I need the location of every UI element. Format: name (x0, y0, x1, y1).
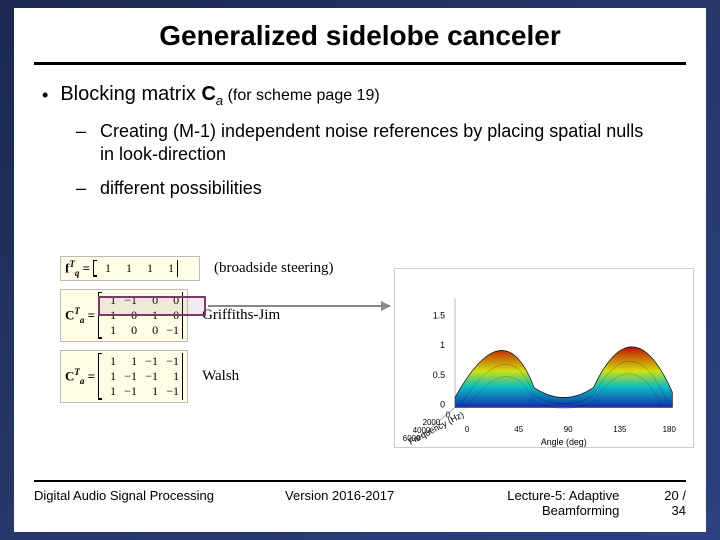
surface-plot: 0 0.5 1 1.5 Frequency (394, 268, 694, 448)
slide-title: Generalized sidelobe canceler (14, 8, 706, 52)
bullet-dot-icon: • (42, 83, 48, 107)
matrix-label: CTa = (65, 367, 95, 386)
matrix-bracket: 1 1 1 1 (93, 260, 178, 277)
footer-divider (34, 480, 686, 482)
svg-text:135: 135 (613, 425, 627, 434)
svg-text:180: 180 (663, 425, 677, 434)
example-row-fq: fTq = 1 1 1 1 (broadside steering) (60, 256, 390, 281)
page-total: 34 (672, 503, 686, 518)
bullet-dash-icon: – (76, 177, 90, 200)
matrix-values: 1−100 10−10 100−1 (102, 293, 179, 338)
matrix-bracket: 1−100 10−10 100−1 (98, 292, 183, 339)
bullet-level2-b: – different possibilities (76, 177, 678, 200)
bullet1-text: Blocking matrix Ca (for scheme page 19) (60, 83, 379, 108)
caption-griffiths: Griffiths-Jim (202, 307, 280, 324)
svg-text:0: 0 (440, 399, 445, 409)
bullet1-paren: (for scheme page 19) (223, 87, 380, 104)
bullet2b-text: different possibilities (100, 177, 262, 200)
matrix-griffiths-jim: CTa = 1−100 10−10 100−1 (60, 289, 188, 342)
svg-text:6000: 6000 (403, 434, 421, 443)
bullet-dash-icon: – (76, 120, 90, 165)
svg-text:90: 90 (564, 425, 573, 434)
example-row-walsh: CTa = 11−1−1 1−1−11 1−11−1 Walsh (60, 350, 390, 403)
bullet1-lead: Blocking matrix (60, 83, 201, 105)
svg-text:0.5: 0.5 (433, 370, 445, 380)
footer-row: Digital Audio Signal Processing Version … (34, 488, 686, 518)
page-indicator: 20 / 34 (649, 488, 686, 518)
caption-broadside: (broadside steering) (214, 260, 334, 277)
footer-mid: Version 2016-2017 (238, 488, 442, 518)
svg-text:0: 0 (465, 425, 470, 434)
matrix-examples: fTq = 1 1 1 1 (broadside steering) CTa = (60, 256, 390, 411)
footer-right: Lecture-5: Adaptive Beamforming 20 / 34 (442, 488, 687, 518)
slide-content: Generalized sidelobe canceler • Blocking… (14, 8, 706, 532)
footer-left: Digital Audio Signal Processing (34, 488, 238, 518)
matrix-values: 1 1 1 1 (97, 261, 174, 276)
footer-lecture: Lecture-5: Adaptive Beamforming (442, 488, 620, 518)
svg-text:0: 0 (446, 410, 451, 419)
page-current: 20 (664, 488, 678, 503)
arrow-icon (208, 305, 390, 307)
svg-text:1: 1 (440, 340, 445, 350)
bullet-level1: • Blocking matrix Ca (for scheme page 19… (42, 83, 678, 108)
svg-text:Angle (deg): Angle (deg) (541, 437, 587, 447)
matrix-walsh: CTa = 11−1−1 1−1−11 1−11−1 (60, 350, 188, 403)
matrix-label: fTq = (65, 259, 90, 278)
matrix-fq: fTq = 1 1 1 1 (60, 256, 200, 281)
example-row-griffiths: CTa = 1−100 10−10 100−1 Griffiths-Jim (60, 289, 390, 342)
bullet-level2-a: – Creating (M-1) independent noise refer… (76, 120, 678, 165)
svg-text:1.5: 1.5 (433, 310, 445, 320)
caption-walsh: Walsh (202, 368, 239, 385)
bullet1-symbol: C (201, 83, 215, 105)
svg-text:45: 45 (514, 425, 523, 434)
plot-svg: 0 0.5 1 1.5 Frequency (395, 269, 693, 447)
matrix-label: CTa = (65, 306, 95, 325)
slide-footer: Digital Audio Signal Processing Version … (34, 480, 686, 518)
matrix-values: 11−1−1 1−1−11 1−11−1 (102, 354, 179, 399)
bullet2a-text: Creating (M-1) independent noise referen… (100, 120, 660, 165)
bullet-list: • Blocking matrix Ca (for scheme page 19… (14, 65, 706, 200)
matrix-bracket: 11−1−1 1−1−11 1−11−1 (98, 353, 183, 400)
